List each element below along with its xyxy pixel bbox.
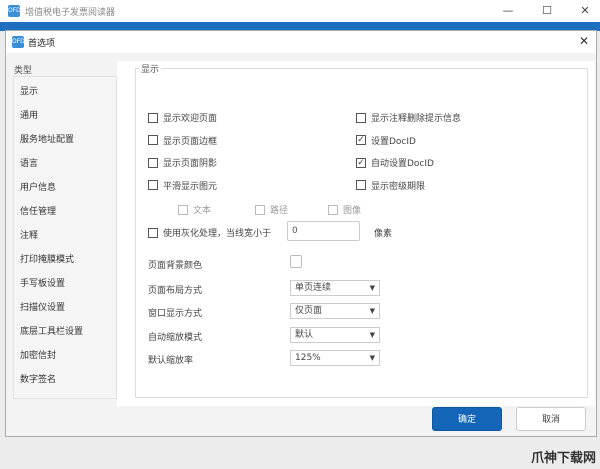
select-label: 页面布局方式	[148, 286, 203, 296]
dropdown-arrow-icon[interactable]: ▼	[370, 328, 375, 342]
sidebar-item[interactable]: 用户信息	[20, 180, 56, 193]
checkbox-option[interactable]: ✓ 设置DocID	[356, 134, 416, 147]
checkbox-box[interactable]	[148, 135, 158, 145]
checkbox-label: 使用灰化处理，当线宽小于	[163, 229, 272, 239]
dialog-logo-icon: OFD	[12, 36, 25, 48]
dropdown-arrow-icon[interactable]: ▼	[370, 304, 375, 318]
checkbox-label: 显示页面阴影	[163, 159, 218, 169]
checkbox-label: 路径	[270, 206, 289, 216]
sidebar-item[interactable]: 加密信封	[20, 348, 56, 361]
checkbox-box[interactable]	[148, 180, 158, 190]
sidebar-item[interactable]: 打印掩膜模式	[20, 252, 74, 265]
checkbox-label: 设置DocID	[371, 136, 416, 147]
select-label: 默认缩放率	[148, 355, 194, 366]
checkmark-icon[interactable]: ✓	[356, 157, 366, 168]
checkbox-label: 显示注释删除提示信息	[371, 114, 462, 124]
checkbox-option[interactable]: 文本	[178, 203, 211, 216]
sidebar-item[interactable]: 底层工具栏设置	[20, 324, 83, 337]
select-value: 默认	[295, 329, 314, 340]
checkbox-box[interactable]	[148, 227, 158, 238]
checkbox-label: 平滑显示图元	[163, 181, 218, 192]
settings-panel: 显示 显示欢迎页面 显示页面边框 显示页面阴影 平滑显示图元 显示注释删除提示信息 ✓ 设置…	[117, 61, 595, 406]
checkbox-option[interactable]: 显示欢迎页面	[148, 111, 217, 124]
checkbox-label: 显示页面边框	[163, 136, 218, 147]
checkbox-option[interactable]: 显示页面边框	[148, 134, 217, 147]
gray-checkbox[interactable]: 使用灰化处理，当线宽小于	[148, 226, 271, 239]
sidebar-item[interactable]: 通用	[20, 108, 38, 121]
unit-label: 像素	[374, 229, 393, 239]
checkbox-label: 文本	[193, 206, 212, 216]
checkbox-option[interactable]: 显示页面阴影	[148, 156, 217, 169]
preferences-dialog: OFD 首选项 ✕ 类型 显示通用服务地址配置 语言用户信息信任管理注释打印掩膜模…	[5, 30, 597, 437]
select-label: 自动缩放模式	[148, 332, 203, 343]
app-logo-icon: OFD	[8, 5, 21, 17]
select-value: 125%	[295, 352, 321, 363]
close-window-button[interactable]: ✕	[570, 2, 600, 20]
checkbox-option[interactable]: 平滑显示图元	[148, 179, 217, 192]
sidebar-item[interactable]: 手写板设置	[20, 276, 65, 289]
sidebar-item[interactable]: 语言	[20, 156, 38, 169]
line-width-input[interactable]: 0	[287, 221, 360, 241]
sidebar-item[interactable]: 服务地址配置	[20, 132, 74, 145]
checkmark-icon[interactable]: ✓	[356, 135, 366, 145]
dropdown-arrow-icon[interactable]: ▼	[370, 351, 375, 365]
dropdown-select[interactable]: 125% ▼	[290, 349, 380, 366]
dialog-title: 首选项	[28, 39, 56, 49]
checkbox-label: 显示欢迎页面	[163, 114, 218, 124]
select-value: 仅页面	[295, 306, 323, 317]
checkbox-box[interactable]	[148, 157, 158, 168]
checkbox-box[interactable]	[356, 180, 366, 190]
category-heading: 类型	[14, 66, 33, 76]
cancel-button[interactable]: 取消	[516, 407, 586, 431]
checkbox-box[interactable]	[328, 204, 338, 215]
select-label: 窗口显示方式	[148, 309, 203, 320]
checkbox-label: 显示密级期限	[371, 181, 426, 192]
checkbox-option[interactable]: 显示密级期限	[356, 179, 425, 192]
bg-color-swatch[interactable]	[290, 255, 302, 268]
app-title: 增值税电子发票阅读器	[25, 8, 116, 18]
dropdown-select[interactable]: 仅页面 ▼	[290, 303, 380, 320]
dropdown-arrow-icon[interactable]: ▼	[370, 281, 375, 295]
checkbox-option[interactable]: 显示注释删除提示信息	[356, 111, 461, 124]
checkbox-option[interactable]: ✓ 自动设置DocID	[356, 156, 434, 169]
checkbox-label: 图像	[343, 206, 362, 216]
watermark: 爪神下载网	[530, 451, 596, 466]
checkbox-box[interactable]	[178, 204, 188, 215]
sidebar-item[interactable]: 注释	[20, 228, 38, 241]
checkbox-label: 自动设置DocID	[371, 159, 434, 169]
category-list[interactable]: 显示通用服务地址配置 语言用户信息信任管理注释打印掩膜模式 手写板设置扫描仪设置底层…	[13, 76, 117, 399]
checkbox-box[interactable]	[255, 204, 265, 215]
dialog-close-icon[interactable]: ✕	[579, 34, 589, 48]
sidebar-item[interactable]: 信任管理	[20, 204, 56, 217]
checkbox-box[interactable]	[148, 112, 158, 123]
ok-button[interactable]: 确定	[432, 407, 502, 431]
checkbox-option[interactable]: 图像	[328, 203, 361, 216]
sidebar-item[interactable]: 扫描仪设置	[20, 300, 65, 313]
checkbox-option[interactable]: 路径	[255, 203, 288, 216]
dropdown-select[interactable]: 单页连续 ▼	[290, 280, 380, 296]
app-title-bar: OFD 增值税电子发票阅读器 — ☐ ✕	[0, 0, 600, 22]
bg-color-label: 页面背景颜色	[148, 261, 203, 271]
dropdown-select[interactable]: 默认 ▼	[290, 326, 380, 343]
minimize-button[interactable]: —	[493, 2, 523, 20]
maximize-button[interactable]: ☐	[532, 2, 562, 20]
select-value: 单页连续	[295, 283, 332, 293]
group-title: 显示	[139, 62, 162, 75]
sidebar-item[interactable]: 数字签名	[20, 372, 56, 385]
dialog-title-bar: OFD 首选项 ✕	[6, 31, 596, 53]
sidebar-item[interactable]: 显示	[20, 84, 38, 97]
checkbox-box[interactable]	[356, 112, 366, 123]
